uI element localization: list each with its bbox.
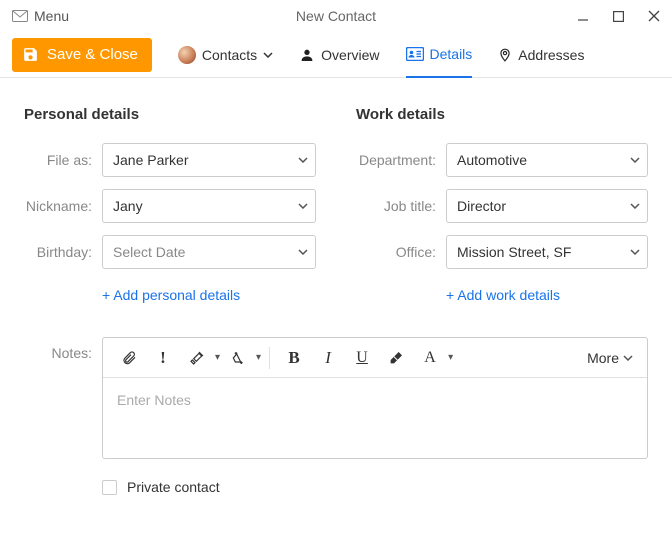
- save-close-button[interactable]: Save & Close: [12, 38, 152, 72]
- clear-format-button[interactable]: [380, 342, 412, 374]
- chevron-down-icon: ▾: [448, 352, 453, 363]
- file-as-value: Jane Parker: [102, 143, 316, 177]
- contacts-dropdown[interactable]: Contacts: [178, 32, 273, 78]
- mail-icon: [12, 10, 28, 22]
- more-label: More: [587, 350, 619, 366]
- private-label: Private contact: [127, 479, 220, 495]
- tab-overview[interactable]: Overview: [299, 32, 379, 78]
- titlebar: Menu New Contact: [0, 0, 672, 32]
- file-as-label: File as:: [24, 152, 102, 168]
- attach-button[interactable]: [113, 342, 145, 374]
- department-label: Department:: [356, 152, 446, 168]
- paperclip-icon: [121, 350, 137, 366]
- underline-button[interactable]: U: [346, 342, 378, 374]
- tab-addresses-label: Addresses: [518, 47, 584, 63]
- chevron-down-icon: [623, 355, 633, 361]
- bold-button[interactable]: B: [278, 342, 310, 374]
- birthday-label: Birthday:: [24, 244, 102, 260]
- pin-icon: [498, 47, 512, 63]
- office-value: Mission Street, SF: [446, 235, 648, 269]
- avatar-icon: [178, 46, 196, 64]
- highlighter-icon: [189, 350, 205, 366]
- toolbar: Save & Close Contacts Overview Details A…: [0, 32, 672, 78]
- menu-button[interactable]: Menu: [12, 8, 69, 24]
- personal-section: Personal details File as: Jane Parker Ni…: [24, 106, 316, 303]
- minimize-button[interactable]: [577, 10, 589, 22]
- notes-textarea[interactable]: Enter Notes: [103, 378, 647, 458]
- jobtitle-combo[interactable]: Director: [446, 189, 648, 223]
- chevron-down-icon: [263, 52, 273, 58]
- eraser-icon: [388, 350, 404, 366]
- add-work-link[interactable]: + Add work details: [446, 287, 560, 303]
- jobtitle-label: Job title:: [356, 198, 446, 214]
- notes-box: ! ▾ ▾ B I U: [102, 337, 648, 459]
- personal-heading: Personal details: [24, 106, 316, 123]
- italic-button[interactable]: I: [312, 342, 344, 374]
- priority-button[interactable]: !: [147, 342, 179, 374]
- font-color-button[interactable]: A: [414, 342, 446, 374]
- nickname-value: Jany: [102, 189, 316, 223]
- sparkle-icon: [230, 350, 246, 366]
- rte-toolbar: ! ▾ ▾ B I U: [103, 338, 647, 378]
- menu-label: Menu: [34, 8, 69, 24]
- nickname-label: Nickname:: [24, 198, 102, 214]
- notes-label: Notes:: [24, 337, 102, 459]
- highlight-button[interactable]: [181, 342, 213, 374]
- save-icon: [22, 46, 39, 63]
- tab-details[interactable]: Details: [406, 32, 473, 78]
- department-combo[interactable]: Automotive: [446, 143, 648, 177]
- office-combo[interactable]: Mission Street, SF: [446, 235, 648, 269]
- work-heading: Work details: [356, 106, 648, 123]
- birthday-combo[interactable]: Select Date: [102, 235, 316, 269]
- department-value: Automotive: [446, 143, 648, 177]
- file-as-combo[interactable]: Jane Parker: [102, 143, 316, 177]
- close-button[interactable]: [648, 10, 660, 22]
- tab-details-label: Details: [430, 46, 473, 62]
- id-card-icon: [406, 47, 424, 61]
- contacts-label: Contacts: [202, 47, 257, 63]
- separator: [269, 347, 270, 369]
- chevron-down-icon: ▾: [215, 352, 220, 363]
- more-button[interactable]: More: [587, 350, 637, 366]
- jobtitle-value: Director: [446, 189, 648, 223]
- effects-button[interactable]: [222, 342, 254, 374]
- tab-addresses[interactable]: Addresses: [498, 32, 584, 78]
- maximize-button[interactable]: [613, 11, 624, 22]
- person-icon: [299, 47, 315, 63]
- birthday-value: Select Date: [102, 235, 316, 269]
- nickname-combo[interactable]: Jany: [102, 189, 316, 223]
- window-title: New Contact: [296, 8, 376, 24]
- private-checkbox[interactable]: [102, 480, 117, 495]
- save-close-label: Save & Close: [47, 46, 138, 63]
- work-section: Work details Department: Automotive Job …: [356, 106, 648, 303]
- add-personal-link[interactable]: + Add personal details: [102, 287, 240, 303]
- tab-overview-label: Overview: [321, 47, 379, 63]
- chevron-down-icon: ▾: [256, 352, 261, 363]
- office-label: Office:: [356, 244, 446, 260]
